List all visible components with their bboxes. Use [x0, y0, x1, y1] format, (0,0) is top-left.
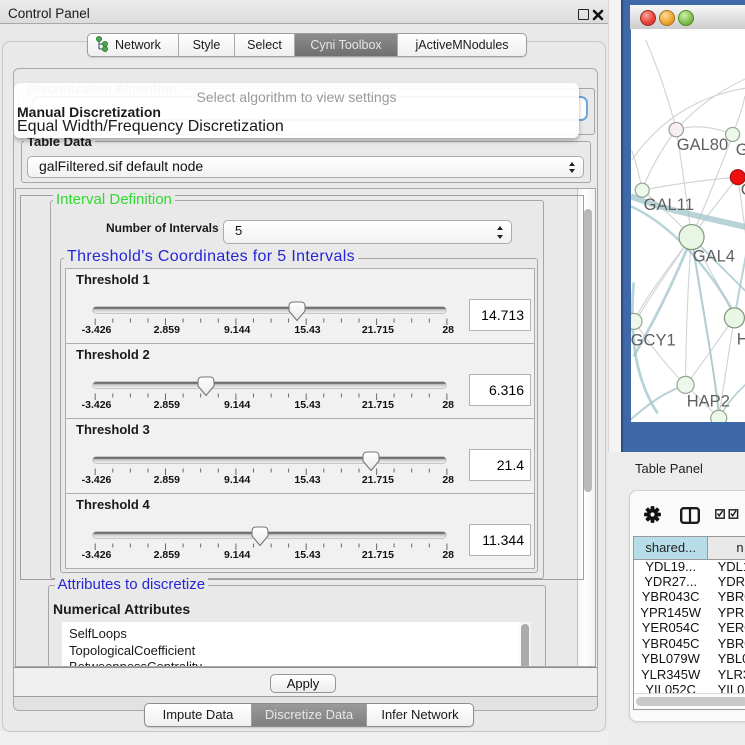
svg-text:GAL11: GAL11 [643, 195, 693, 214]
svg-text:HAP2: HAP2 [686, 391, 729, 410]
svg-text:GAL4: GAL4 [692, 246, 734, 265]
svg-text:GAL80: GAL80 [676, 135, 727, 154]
svg-text:GCY1: GCY1 [631, 330, 676, 349]
svg-text:GA: GA [735, 140, 745, 159]
svg-text:H: H [736, 329, 745, 348]
svg-text:C: C [740, 180, 745, 199]
